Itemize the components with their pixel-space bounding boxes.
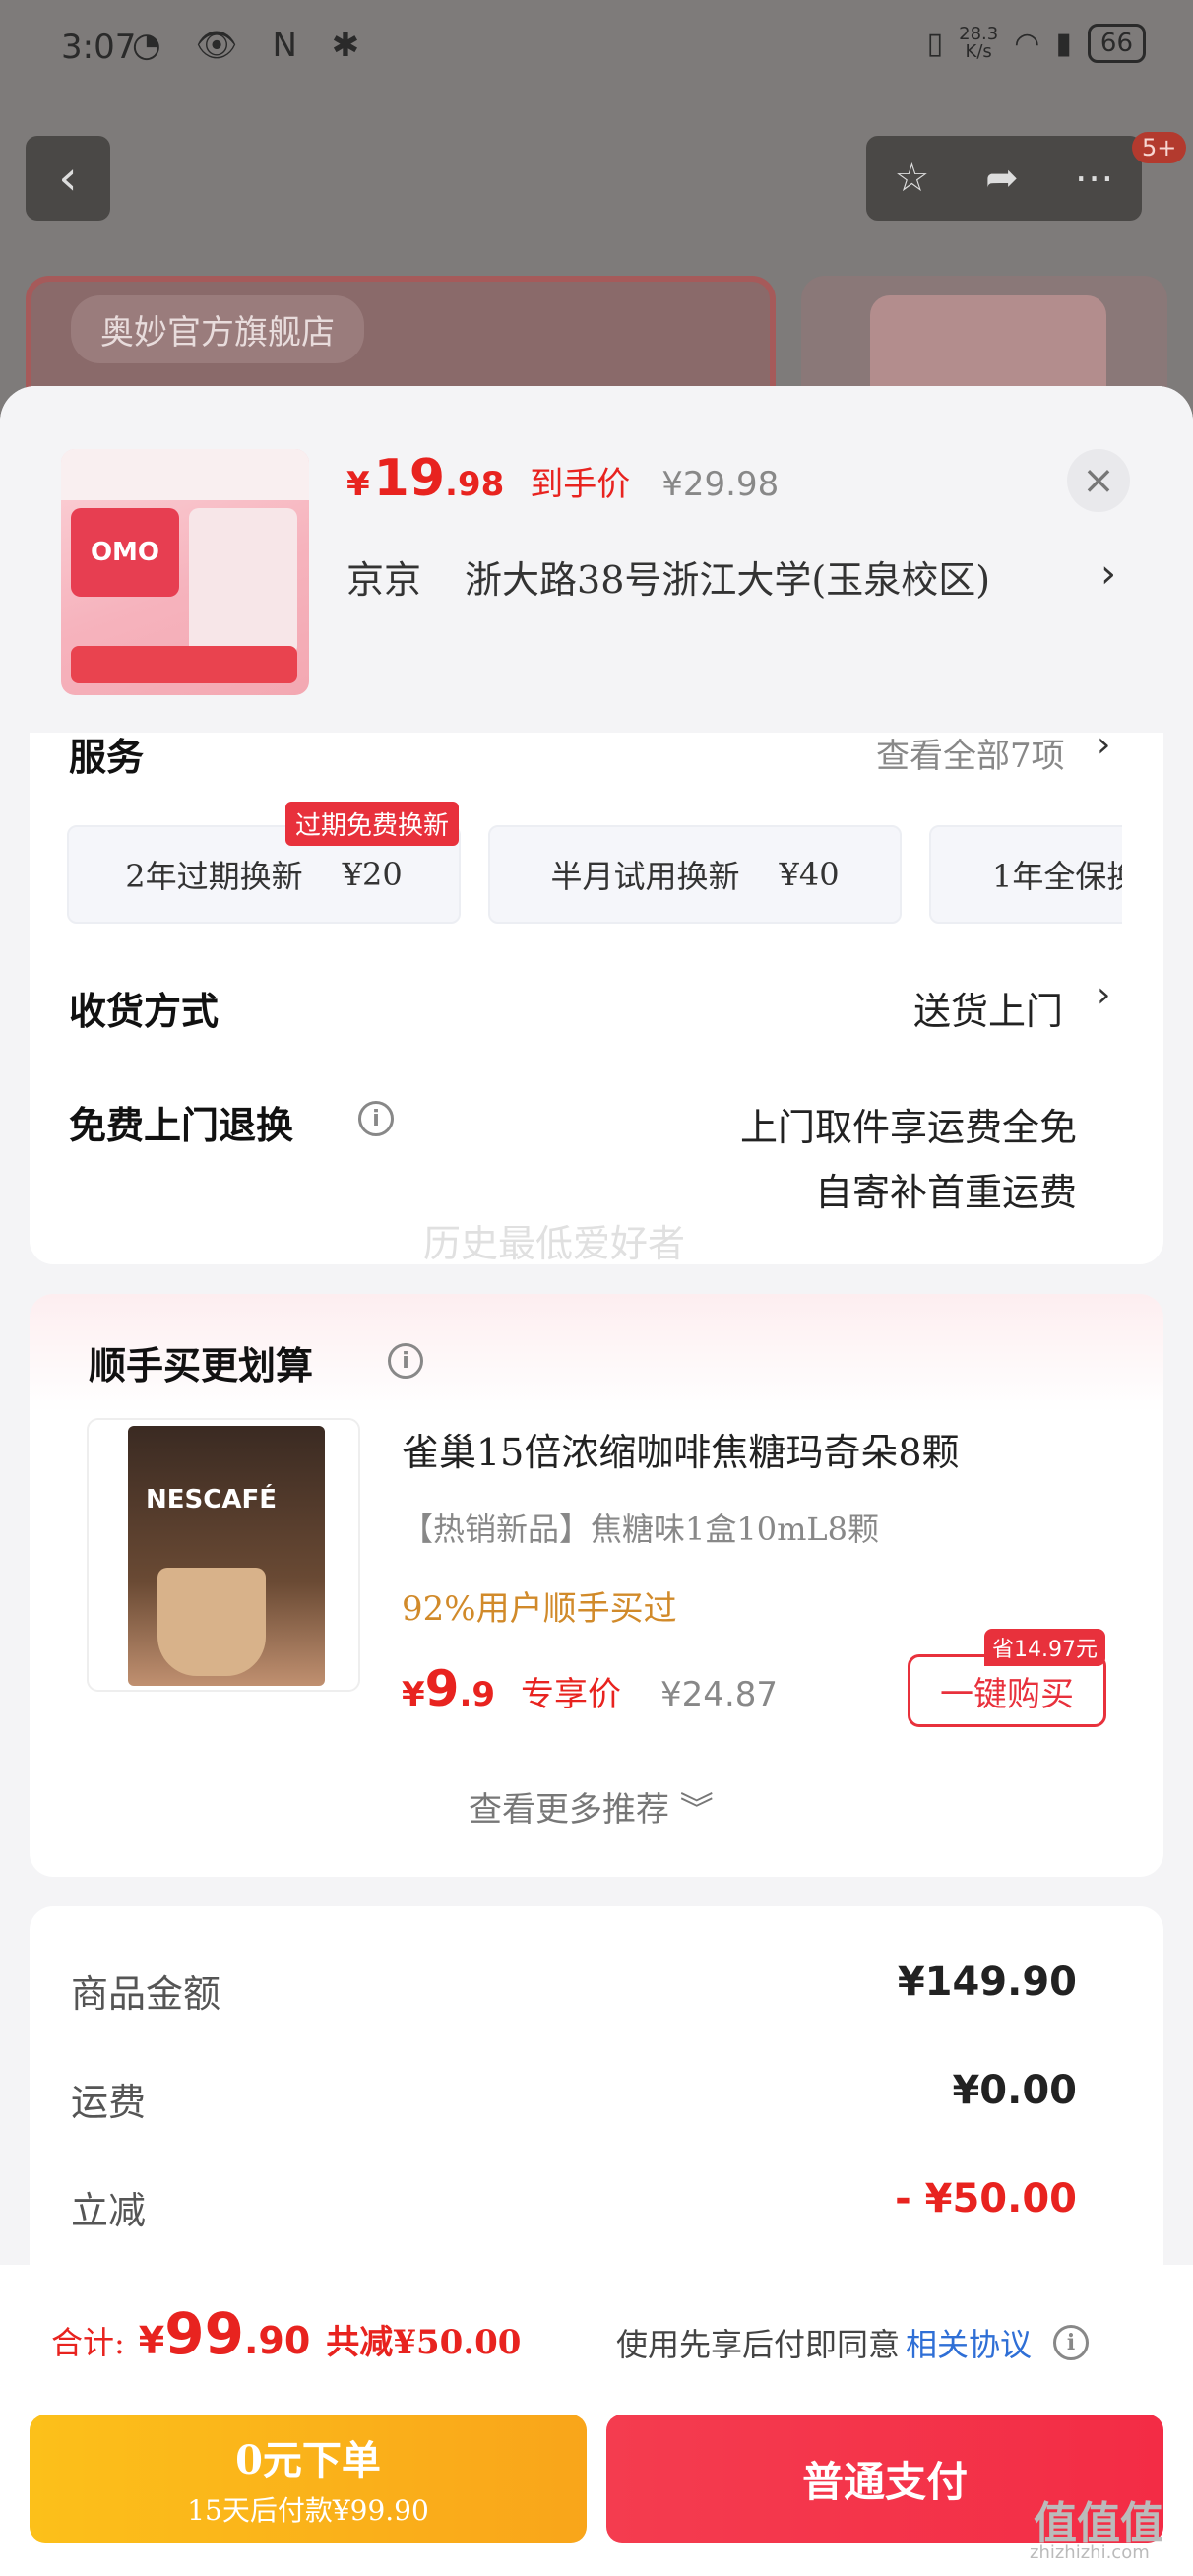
address-selector[interactable]: 京京 浙大路38号浙江大学(玉泉校区) [346, 549, 990, 604]
recommend-item-popularity: 92%用户顺手买过 [402, 1589, 677, 1629]
status-time: 3:07 [61, 28, 137, 67]
chevron-right-icon[interactable]: › [1097, 975, 1110, 1015]
delivery-label: 收货方式 [69, 989, 220, 1033]
notification-badge: 5+ [1132, 132, 1187, 163]
recommend-image[interactable]: NESCAFÉ [87, 1418, 360, 1692]
zero-order-button[interactable]: 0元下单 15天后付款¥99.90 [30, 2415, 587, 2543]
info-icon[interactable]: i [1053, 2325, 1090, 2360]
returns-line1: 上门取件享运费全免 [739, 1106, 1077, 1149]
agreement: 使用先享后付即同意 相关协议 i [616, 2320, 1090, 2365]
back-button[interactable]: ‹ [26, 136, 110, 221]
close-button[interactable]: × [1067, 449, 1130, 512]
info-icon[interactable]: i [388, 1343, 423, 1379]
service-title: 服务 [69, 735, 145, 779]
recommend-price: ¥ 9 .9 专享价 ¥24.87 [402, 1660, 779, 1717]
see-more-recommend[interactable]: 查看更多推荐 ︾ [469, 1782, 714, 1831]
close-icon: × [1082, 458, 1115, 503]
star-icon[interactable]: ☆ [894, 156, 929, 201]
price-tag: 到手价 [530, 465, 631, 504]
service-badge: 过期免费换新 [285, 802, 460, 846]
chevron-left-icon: ‹ [58, 151, 78, 206]
store-name: 奥妙官方旗舰店 [71, 295, 364, 363]
summary-label: 运费 [71, 2081, 147, 2124]
info-icon[interactable]: i [358, 1101, 394, 1136]
service-view-all[interactable]: 查看全部7项 [876, 729, 1065, 777]
original-price: ¥29.98 [661, 465, 780, 504]
summary-label: 商品金额 [71, 1972, 221, 2016]
delivery-value[interactable]: 送货上门 [787, 981, 1063, 1035]
summary-value: ¥0.00 [952, 2068, 1077, 2113]
recommend-title: 顺手买更划算 [89, 1344, 314, 1387]
summary-label: 立减 [71, 2189, 147, 2232]
battery-icon: 66 [1087, 24, 1146, 63]
watermark-logo: 值值值 [1034, 2498, 1163, 2548]
wifi-icon: ◠ [1014, 26, 1040, 61]
total-saved: 共减¥50.00 [326, 2323, 522, 2362]
summary-value: ¥149.90 [897, 1960, 1077, 2005]
network-speed: 28.3 K/s [959, 24, 999, 62]
returns-label: 免费上门退换 [69, 1103, 294, 1147]
chevron-right-icon[interactable]: › [1100, 551, 1116, 597]
service-chip[interactable]: 1年全保换 [929, 825, 1122, 924]
service-chips: 2年过期换新¥20 半月试用换新¥40 1年全保换 [67, 825, 1122, 924]
status-left-icons: ◔ 👁 N ✱ [132, 26, 372, 65]
product-thumbnail: OMO [61, 449, 309, 695]
vibrate-icon: ▯ [926, 26, 944, 61]
recommend-item-title[interactable]: 雀巢15倍浓缩咖啡焦糖玛奇朵8颗 [402, 1422, 960, 1476]
status-bar: 3:07 ◔ 👁 N ✱ ▯ 28.3 K/s ◠ ▮ 66 [0, 0, 1193, 98]
order-total: 合计: ¥ 99 .90 共减¥50.00 [51, 2300, 522, 2367]
more-icon[interactable]: ⋯ [1075, 156, 1114, 201]
save-badge: 省14.97元 [984, 1629, 1105, 1666]
alert-icon: ▮ [1055, 26, 1072, 61]
returns-line2: 自寄补首重运费 [814, 1171, 1077, 1214]
agreement-link[interactable]: 相关协议 [906, 2320, 1032, 2365]
share-icon[interactable]: ➦ [985, 156, 1019, 201]
chevron-right-icon[interactable]: › [1097, 725, 1110, 765]
recommend-item-subtitle: 【热销新品】焦糖味1盒10mL8颗 [402, 1511, 880, 1548]
status-right-icons: ▯ 28.3 K/s ◠ ▮ 66 [927, 24, 1146, 63]
watermark-text: 历史最低爱好者 [423, 1222, 686, 1265]
nav-actions: ☆ ➦ ⋯ [866, 136, 1142, 221]
watermark-url: zhizhizhi.com [1030, 2543, 1150, 2563]
service-chip[interactable]: 半月试用换新 ¥40 [488, 825, 902, 924]
summary-value: - ¥50.00 [895, 2176, 1077, 2222]
product-price: ¥ 19 .98 到手价 ¥29.98 [346, 449, 780, 508]
